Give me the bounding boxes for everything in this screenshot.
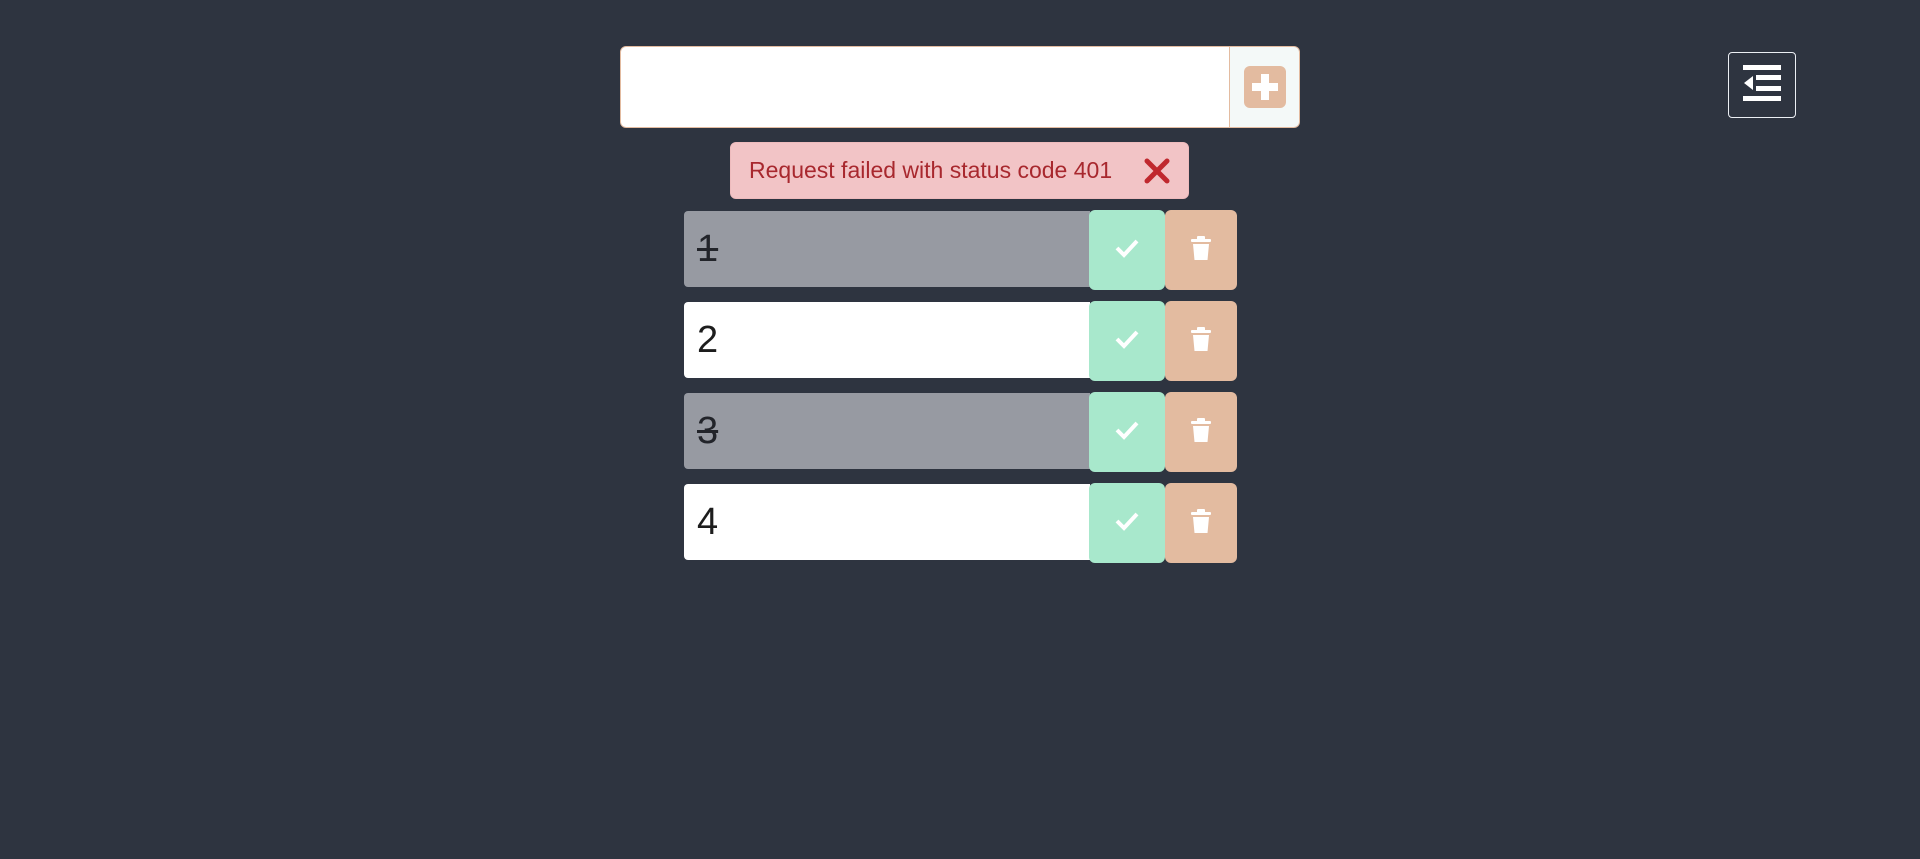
delete-button[interactable] — [1165, 301, 1237, 381]
delete-button[interactable] — [1165, 483, 1237, 563]
error-alert: Request failed with status code 401 — [730, 142, 1189, 199]
sidebar-toggle-button[interactable] — [1728, 52, 1796, 118]
trash-icon — [1191, 417, 1211, 447]
close-x-icon[interactable] — [1142, 156, 1172, 186]
complete-button[interactable] — [1089, 392, 1165, 472]
add-todo-button[interactable] — [1230, 46, 1300, 128]
checkmark-icon — [1114, 238, 1140, 263]
indent-left-icon — [1740, 61, 1784, 110]
todo-item: 1 — [684, 210, 1237, 290]
new-todo-input[interactable] — [620, 46, 1230, 128]
checkmark-icon — [1114, 420, 1140, 445]
todo-item: 4 — [684, 483, 1237, 563]
todo-text[interactable]: 3 — [684, 393, 1090, 469]
todo-text[interactable]: 4 — [684, 484, 1090, 560]
todo-app: Request failed with status code 401 1 2 … — [0, 0, 1920, 859]
add-todo-bar — [620, 46, 1300, 128]
checkmark-icon — [1114, 329, 1140, 354]
complete-button[interactable] — [1089, 210, 1165, 290]
delete-button[interactable] — [1165, 392, 1237, 472]
todo-item: 2 — [684, 301, 1237, 381]
delete-button[interactable] — [1165, 210, 1237, 290]
todo-text[interactable]: 2 — [684, 302, 1090, 378]
error-alert-message: Request failed with status code 401 — [749, 157, 1113, 183]
trash-icon — [1191, 326, 1211, 356]
todo-item: 3 — [684, 392, 1237, 472]
complete-button[interactable] — [1089, 483, 1165, 563]
todo-list: 1 2 3 4 — [684, 210, 1237, 574]
plus-square-icon — [1243, 66, 1286, 108]
trash-icon — [1191, 235, 1211, 265]
complete-button[interactable] — [1089, 301, 1165, 381]
checkmark-icon — [1114, 511, 1140, 536]
todo-text[interactable]: 1 — [684, 211, 1090, 287]
trash-icon — [1191, 508, 1211, 538]
